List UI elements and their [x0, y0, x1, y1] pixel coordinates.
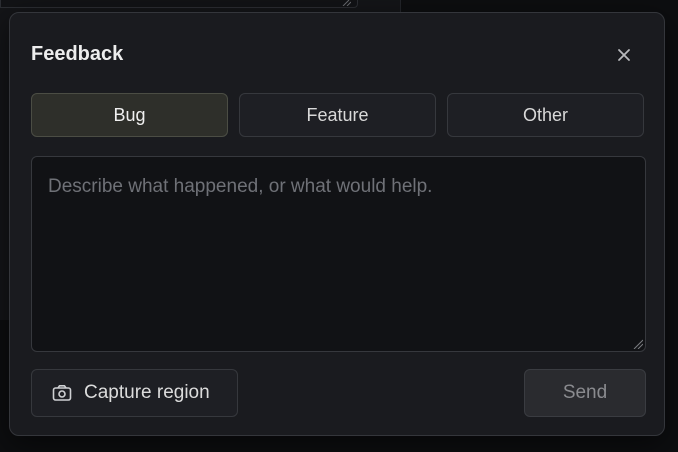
- type-option-bug[interactable]: Bug: [31, 93, 228, 137]
- type-option-feature[interactable]: Feature: [239, 93, 436, 137]
- background-text-field: [0, 0, 358, 8]
- capture-region-button[interactable]: Capture region: [31, 369, 238, 417]
- type-option-label: Bug: [113, 104, 146, 125]
- close-icon: [618, 49, 630, 61]
- send-button-label: Send: [562, 382, 608, 403]
- dialog-title: Feedback: [31, 43, 124, 65]
- message-field-container: [31, 156, 646, 352]
- camera-icon: [52, 384, 72, 402]
- send-button[interactable]: Send: [524, 369, 646, 417]
- type-option-label: Other: [522, 104, 569, 125]
- feedback-dialog: Feedback Bug Feature Other Capture regio…: [9, 12, 665, 436]
- resize-grip-icon[interactable]: [633, 339, 643, 349]
- message-textarea[interactable]: [31, 156, 646, 352]
- resize-grip-icon: [342, 0, 351, 6]
- close-button[interactable]: [612, 43, 636, 67]
- capture-region-label: Capture region: [84, 382, 210, 403]
- type-option-other[interactable]: Other: [447, 93, 644, 137]
- type-option-label: Feature: [306, 104, 369, 125]
